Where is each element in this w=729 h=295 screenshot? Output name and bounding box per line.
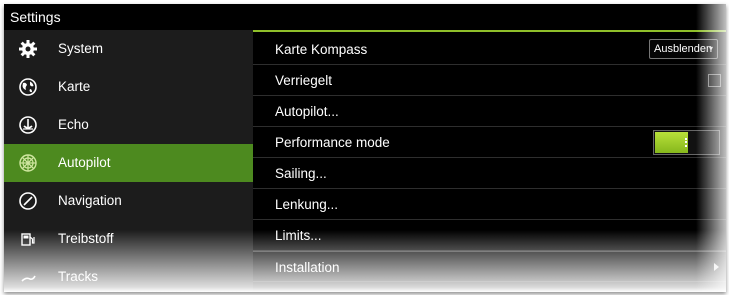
setting-label: Lenkung... bbox=[275, 197, 339, 212]
sidebar-item-label: System bbox=[58, 41, 104, 56]
dropdown-value: Ausblenden bbox=[654, 43, 713, 55]
setting-label: Limits... bbox=[275, 228, 322, 243]
compass-icon bbox=[18, 191, 38, 211]
sidebar-item-treibstoff[interactable]: Treibstoff bbox=[4, 220, 253, 258]
sidebar-item-label: Navigation bbox=[58, 193, 122, 208]
sidebar-item-autopilot[interactable]: Autopilot bbox=[4, 144, 253, 182]
setting-label: Sailing... bbox=[275, 166, 327, 181]
sidebar-item-karte[interactable]: Karte bbox=[4, 68, 253, 106]
sidebar-item-navigation[interactable]: Navigation bbox=[4, 182, 253, 220]
sidebar-item-label: Autopilot bbox=[58, 155, 111, 170]
toggle-on-fill bbox=[655, 132, 688, 153]
settings-window: Settings System Karte Echo Autopilot Nav… bbox=[4, 4, 726, 292]
gear-icon bbox=[18, 39, 38, 59]
setting-row-autopilot[interactable]: Autopilot... bbox=[253, 96, 726, 127]
settings-content: Karte Kompass Ausblenden ▾ Verriegelt Au… bbox=[253, 30, 726, 292]
sidebar: System Karte Echo Autopilot Navigation T… bbox=[4, 30, 253, 292]
globe-icon bbox=[18, 77, 38, 97]
chevron-right-icon bbox=[714, 263, 719, 271]
sidebar-item-label: Echo bbox=[58, 117, 89, 132]
setting-row-lenkung[interactable]: Lenkung... bbox=[253, 189, 726, 220]
sidebar-item-label: Treibstoff bbox=[58, 231, 114, 246]
sidebar-item-system[interactable]: System bbox=[4, 30, 253, 68]
sidebar-item-label: Tracks bbox=[58, 269, 98, 284]
setting-row-performance-mode[interactable]: Performance mode bbox=[253, 127, 726, 158]
karte-kompass-dropdown[interactable]: Ausblenden ▾ bbox=[649, 39, 718, 59]
setting-row-limits[interactable]: Limits... bbox=[253, 220, 726, 251]
setting-row-karte-kompass[interactable]: Karte Kompass Ausblenden ▾ bbox=[253, 34, 726, 65]
helm-icon bbox=[18, 153, 38, 173]
setting-label: Karte Kompass bbox=[275, 42, 368, 57]
setting-label: Installation bbox=[275, 260, 340, 275]
verriegelt-checkbox[interactable] bbox=[708, 74, 721, 87]
sidebar-item-tracks[interactable]: Tracks bbox=[4, 258, 253, 292]
sidebar-item-echo[interactable]: Echo bbox=[4, 106, 253, 144]
setting-row-sailing[interactable]: Sailing... bbox=[253, 158, 726, 189]
toggle-grip-icon bbox=[685, 138, 691, 147]
echo-icon bbox=[18, 115, 38, 135]
setting-row-installation[interactable]: Installation bbox=[253, 251, 726, 282]
setting-label: Verriegelt bbox=[275, 73, 333, 88]
setting-row-verriegelt[interactable]: Verriegelt bbox=[253, 65, 726, 96]
chevron-down-icon: ▾ bbox=[708, 44, 713, 53]
performance-mode-toggle[interactable] bbox=[653, 130, 720, 155]
setting-label: Performance mode bbox=[275, 135, 390, 150]
sidebar-item-label: Karte bbox=[58, 79, 91, 94]
tracks-icon bbox=[18, 267, 38, 287]
fuel-pump-icon bbox=[18, 229, 38, 249]
setting-label: Autopilot... bbox=[275, 104, 339, 119]
window-title: Settings bbox=[4, 4, 726, 30]
